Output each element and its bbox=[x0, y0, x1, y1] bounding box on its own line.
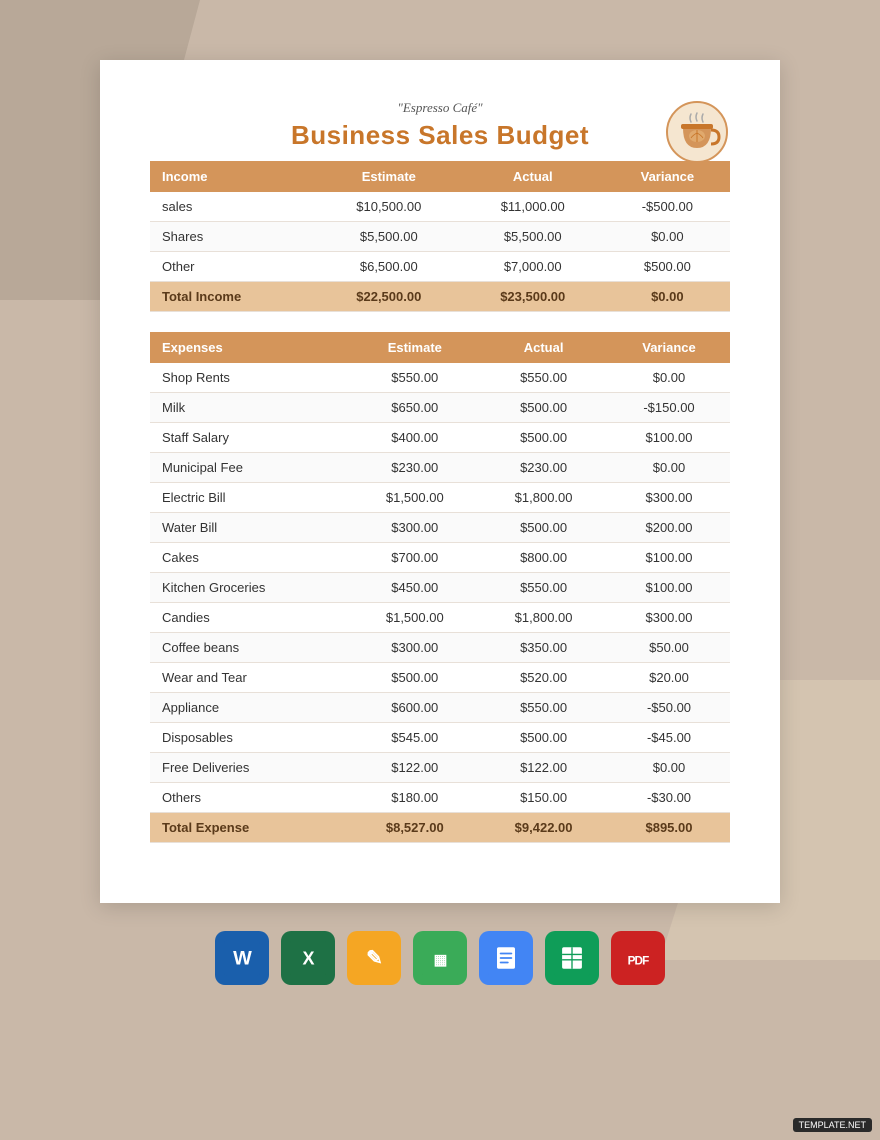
table-row: Wear and Tear$500.00$520.00$20.00 bbox=[150, 663, 730, 693]
svg-text:✎: ✎ bbox=[366, 947, 382, 969]
expenses-actual-header: Actual bbox=[479, 332, 608, 363]
expenses-header-row: Expenses Estimate Actual Variance bbox=[150, 332, 730, 363]
cafe-name: "Espresso Café" bbox=[150, 100, 730, 116]
header-center: "Espresso Café" Business Sales Budget bbox=[150, 100, 730, 151]
table-row: Water Bill$300.00$500.00$200.00 bbox=[150, 513, 730, 543]
table-row: Milk$650.00$500.00-$150.00 bbox=[150, 393, 730, 423]
gsheets-icon[interactable] bbox=[545, 931, 599, 985]
numbers-icon[interactable]: ▦ bbox=[413, 931, 467, 985]
total-expense-row: Total Expense$8,527.00$9,422.00$895.00 bbox=[150, 813, 730, 843]
total-income-row: Total Income$22,500.00$23,500.00$0.00 bbox=[150, 282, 730, 312]
income-table: Income Estimate Actual Variance sales$10… bbox=[150, 161, 730, 312]
icons-bar: W X ✎ ▦ PDF bbox=[215, 931, 665, 985]
table-row: Shop Rents$550.00$550.00$0.00 bbox=[150, 363, 730, 393]
income-table-section: Income Estimate Actual Variance sales$10… bbox=[150, 161, 730, 312]
svg-text:PDF: PDF bbox=[628, 954, 649, 967]
table-row: Free Deliveries$122.00$122.00$0.00 bbox=[150, 753, 730, 783]
svg-text:▦: ▦ bbox=[434, 952, 447, 968]
table-row: Other$6,500.00$7,000.00$500.00 bbox=[150, 252, 730, 282]
income-estimate-header: Estimate bbox=[317, 161, 461, 192]
table-row: sales$10,500.00$11,000.00-$500.00 bbox=[150, 192, 730, 222]
table-row: Staff Salary$400.00$500.00$100.00 bbox=[150, 423, 730, 453]
income-col-header: Income bbox=[150, 161, 317, 192]
table-row: Candies$1,500.00$1,800.00$300.00 bbox=[150, 603, 730, 633]
table-row: Electric Bill$1,500.00$1,800.00$300.00 bbox=[150, 483, 730, 513]
income-actual-header: Actual bbox=[461, 161, 605, 192]
pages-icon[interactable]: ✎ bbox=[347, 931, 401, 985]
table-row: Others$180.00$150.00-$30.00 bbox=[150, 783, 730, 813]
coffee-logo-icon bbox=[665, 100, 730, 165]
table-row: Cakes$700.00$800.00$100.00 bbox=[150, 543, 730, 573]
income-header-row: Income Estimate Actual Variance bbox=[150, 161, 730, 192]
word-icon[interactable]: W bbox=[215, 931, 269, 985]
svg-text:X: X bbox=[302, 948, 314, 968]
excel-icon[interactable]: X bbox=[281, 931, 335, 985]
table-row: Shares$5,500.00$5,500.00$0.00 bbox=[150, 222, 730, 252]
doc-title: Business Sales Budget bbox=[150, 120, 730, 151]
svg-text:W: W bbox=[233, 947, 252, 969]
table-row: Coffee beans$300.00$350.00$50.00 bbox=[150, 633, 730, 663]
gdocs-icon[interactable] bbox=[479, 931, 533, 985]
expenses-estimate-header: Estimate bbox=[350, 332, 479, 363]
expenses-table: Expenses Estimate Actual Variance Shop R… bbox=[150, 332, 730, 843]
table-row: Appliance$600.00$550.00-$50.00 bbox=[150, 693, 730, 723]
expenses-col-header: Expenses bbox=[150, 332, 350, 363]
table-row: Disposables$545.00$500.00-$45.00 bbox=[150, 723, 730, 753]
expenses-variance-header: Variance bbox=[608, 332, 730, 363]
expenses-table-section: Expenses Estimate Actual Variance Shop R… bbox=[150, 332, 730, 843]
template-badge: TEMPLATE.NET bbox=[793, 1118, 872, 1132]
page-wrapper: "Espresso Café" Business Sales Budget bbox=[100, 60, 780, 903]
table-row: Kitchen Groceries$450.00$550.00$100.00 bbox=[150, 573, 730, 603]
pdf-icon[interactable]: PDF bbox=[611, 931, 665, 985]
income-variance-header: Variance bbox=[605, 161, 730, 192]
document: "Espresso Café" Business Sales Budget bbox=[100, 60, 780, 903]
header: "Espresso Café" Business Sales Budget bbox=[150, 100, 730, 151]
table-row: Municipal Fee$230.00$230.00$0.00 bbox=[150, 453, 730, 483]
